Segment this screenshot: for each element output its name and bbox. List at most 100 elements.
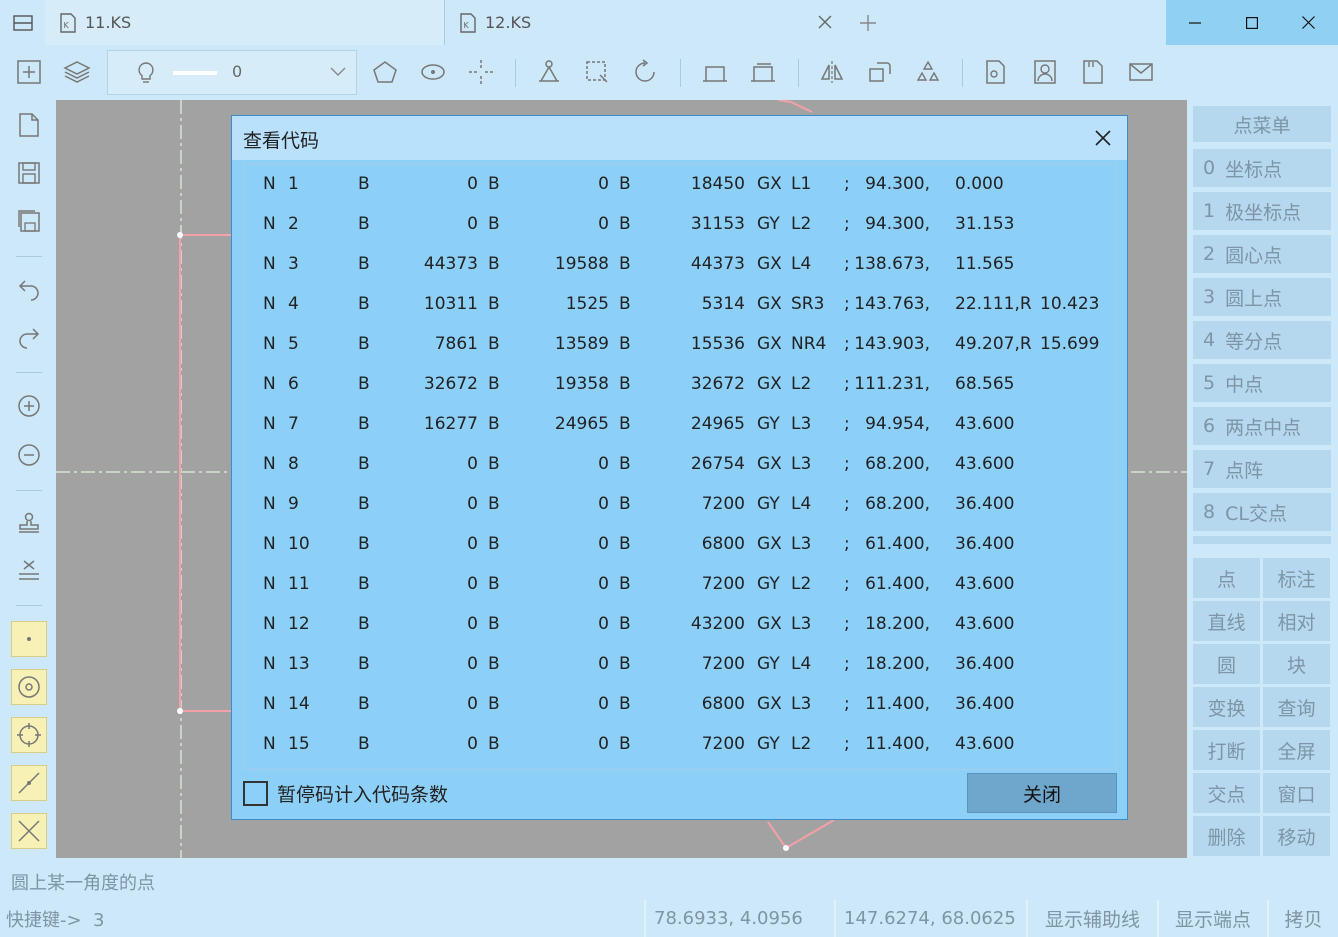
function-button[interactable]: 打断 (1193, 730, 1260, 770)
pause-code-checkbox-label[interactable]: 暂停码计入代码条数 (277, 780, 448, 807)
code-cell-z: L1 (791, 174, 812, 194)
sd-card-icon[interactable] (1076, 55, 1110, 89)
close-dialog-icon[interactable] (1089, 124, 1117, 152)
stamp-icon[interactable] (11, 505, 47, 541)
tab-12-ks[interactable]: K 12.KS (445, 0, 845, 45)
tab-11-ks[interactable]: K 11.KS (45, 0, 445, 45)
function-button[interactable]: 相对 (1263, 601, 1330, 641)
function-button[interactable]: 变换 (1193, 687, 1260, 727)
minimize-icon[interactable] (1166, 0, 1223, 45)
snap-point-icon[interactable] (11, 621, 47, 657)
close-button[interactable]: 关闭 (967, 773, 1117, 813)
function-button[interactable]: 查询 (1263, 687, 1330, 727)
code-row[interactable]: N 11 B 0 B 0 B 7200 GY L2; 61.400, 43.600 (244, 564, 1116, 604)
point-menu-item[interactable]: 7 点阵 (1193, 450, 1331, 488)
line-style-dropdown[interactable]: 0 (107, 50, 357, 95)
point-menu-item[interactable]: 2 圆心点 (1193, 235, 1331, 273)
crosshair-icon[interactable] (464, 55, 498, 89)
save-as-icon[interactable] (11, 203, 47, 239)
code-cell-b2: B (488, 654, 500, 674)
point-menu-item[interactable]: 1 极坐标点 (1193, 192, 1331, 230)
function-button[interactable]: 块 (1263, 644, 1330, 684)
show-aux-lines-button[interactable]: 显示辅助线 (1026, 900, 1157, 937)
send-mail-icon[interactable] (1124, 55, 1158, 89)
bracket-icon[interactable] (698, 55, 732, 89)
function-button[interactable]: 移动 (1263, 816, 1330, 856)
point-menu-item[interactable]: 4 等分点 (1193, 321, 1331, 359)
pause-code-checkbox[interactable] (243, 781, 268, 806)
layers-icon[interactable] (60, 55, 94, 89)
dialog-titlebar[interactable]: 查看代码 (232, 116, 1127, 160)
code-row[interactable]: N 9 B 0 B 0 B 7200 GY L4; 68.200, 36.400 (244, 484, 1116, 524)
snap-midpoint-icon[interactable] (11, 765, 47, 801)
function-button[interactable]: 全屏 (1263, 730, 1330, 770)
zoom-in-icon[interactable] (11, 388, 47, 424)
new-file-icon[interactable] (11, 107, 47, 143)
code-cell-v1: 0 (467, 174, 478, 194)
point-menu-item-number: 4 (1203, 329, 1216, 351)
code-cell-b3: B (619, 614, 631, 634)
user-card-icon[interactable] (1028, 55, 1062, 89)
redo-icon[interactable] (11, 319, 47, 355)
function-button[interactable]: 标注 (1263, 558, 1330, 598)
code-cell-v1: 0 (467, 734, 478, 754)
show-endpoints-button[interactable]: 显示端点 (1157, 900, 1267, 937)
code-row[interactable]: N 4 B 10311 B 1525 B 5314 GX SR3; 143.763, 22.111,R… (244, 284, 1116, 324)
point-menu-item[interactable]: 8 CL交点 (1193, 493, 1331, 531)
point-menu-item[interactable]: 3 圆上点 (1193, 278, 1331, 316)
close-tab-icon[interactable] (815, 12, 835, 32)
point-menu-item-number: 6 (1203, 415, 1216, 437)
document-search-icon[interactable] (979, 55, 1013, 89)
mirror-icon[interactable] (815, 55, 849, 89)
copy-button[interactable]: 拷贝 (1267, 900, 1338, 937)
code-row[interactable]: N 2 B 0 B 0 B 31153 GY L2; 94.300, 31.153 (244, 204, 1116, 244)
array-icon[interactable] (911, 55, 945, 89)
window-menu-icon[interactable] (0, 0, 45, 45)
code-cell-no: 10 (288, 534, 310, 554)
code-row[interactable]: N 3 B 44373 B 19588 B 44373 GX L4; 138.673, 11.565 (244, 244, 1116, 284)
ellipse-icon[interactable] (416, 55, 450, 89)
bracket-offset-icon[interactable] (746, 55, 780, 89)
function-button[interactable]: 交点 (1193, 773, 1260, 813)
code-row[interactable]: N 7 B 16277 B 24965 B 24965 GY L3; 94.954, 43.600 (244, 404, 1116, 444)
polygon-icon[interactable] (368, 55, 402, 89)
code-list[interactable]: N 1 B 0 B 0 B 18450 GX L1; 94.300, 0.000 N 2 B 0 B 0 B 3115… (243, 163, 1117, 770)
save-icon[interactable] (11, 155, 47, 191)
code-row[interactable]: N 8 B 0 B 0 B 26754 GX L3; 68.200, 43.600 (244, 444, 1116, 484)
function-button[interactable]: 点 (1193, 558, 1260, 598)
code-row[interactable]: N 1 B 0 B 0 B 18450 GX L1; 94.300, 0.000 (244, 164, 1116, 204)
delete-line-icon[interactable] (11, 552, 47, 588)
code-row[interactable]: N 13 B 0 B 0 B 7200 GY L4; 18.200, 36.400 (244, 644, 1116, 684)
function-button[interactable]: 窗口 (1263, 773, 1330, 813)
code-cell-g: GY (757, 214, 780, 234)
point-menu-item[interactable]: 0 坐标点 (1193, 149, 1331, 187)
code-cell-b3: B (619, 214, 631, 234)
snap-center-icon[interactable] (11, 669, 47, 705)
code-row[interactable]: N 15 B 0 B 0 B 7200 GY L2; 11.400, 43.600 (244, 724, 1116, 764)
snap-quadrant-icon[interactable] (11, 717, 47, 753)
point-menu-item[interactable]: 5 中点 (1193, 364, 1331, 402)
show-endpoints-label: 显示端点 (1174, 909, 1251, 931)
close-window-icon[interactable] (1280, 0, 1337, 45)
point-menu-item[interactable]: 6 两点中点 (1193, 407, 1331, 445)
code-row[interactable]: N 14 B 0 B 0 B 6800 GX L3; 11.400, 36.400 (244, 684, 1116, 724)
snap-intersection-icon[interactable] (11, 813, 47, 849)
maximize-icon[interactable] (1223, 0, 1280, 45)
point-menu-item-partial[interactable] (1193, 536, 1331, 544)
function-button[interactable]: 直线 (1193, 601, 1260, 641)
undo-icon[interactable] (11, 271, 47, 307)
code-row[interactable]: N 6 B 32672 B 19358 B 32672 GX L2; 111.231, 68.565 (244, 364, 1116, 404)
code-cell-z: L2 (791, 374, 812, 394)
rotate-icon[interactable] (628, 55, 662, 89)
code-row[interactable]: N 10 B 0 B 0 B 6800 GX L3; 61.400, 36.400 (244, 524, 1116, 564)
code-row[interactable]: N 12 B 0 B 0 B 43200 GX L3; 18.200, 43.600 (244, 604, 1116, 644)
function-button[interactable]: 圆 (1193, 644, 1260, 684)
angle-tool-icon[interactable] (532, 55, 566, 89)
code-row[interactable]: N 5 B 7861 B 13589 B 15536 GX NR4; 143.903, 49.207,… (244, 324, 1116, 364)
add-tab-icon[interactable] (845, 0, 890, 45)
rotate-copy-icon[interactable] (863, 55, 897, 89)
select-rotate-icon[interactable] (580, 55, 614, 89)
zoom-out-icon[interactable] (11, 437, 47, 473)
new-frame-icon[interactable] (12, 55, 46, 89)
function-button[interactable]: 删除 (1193, 816, 1260, 856)
